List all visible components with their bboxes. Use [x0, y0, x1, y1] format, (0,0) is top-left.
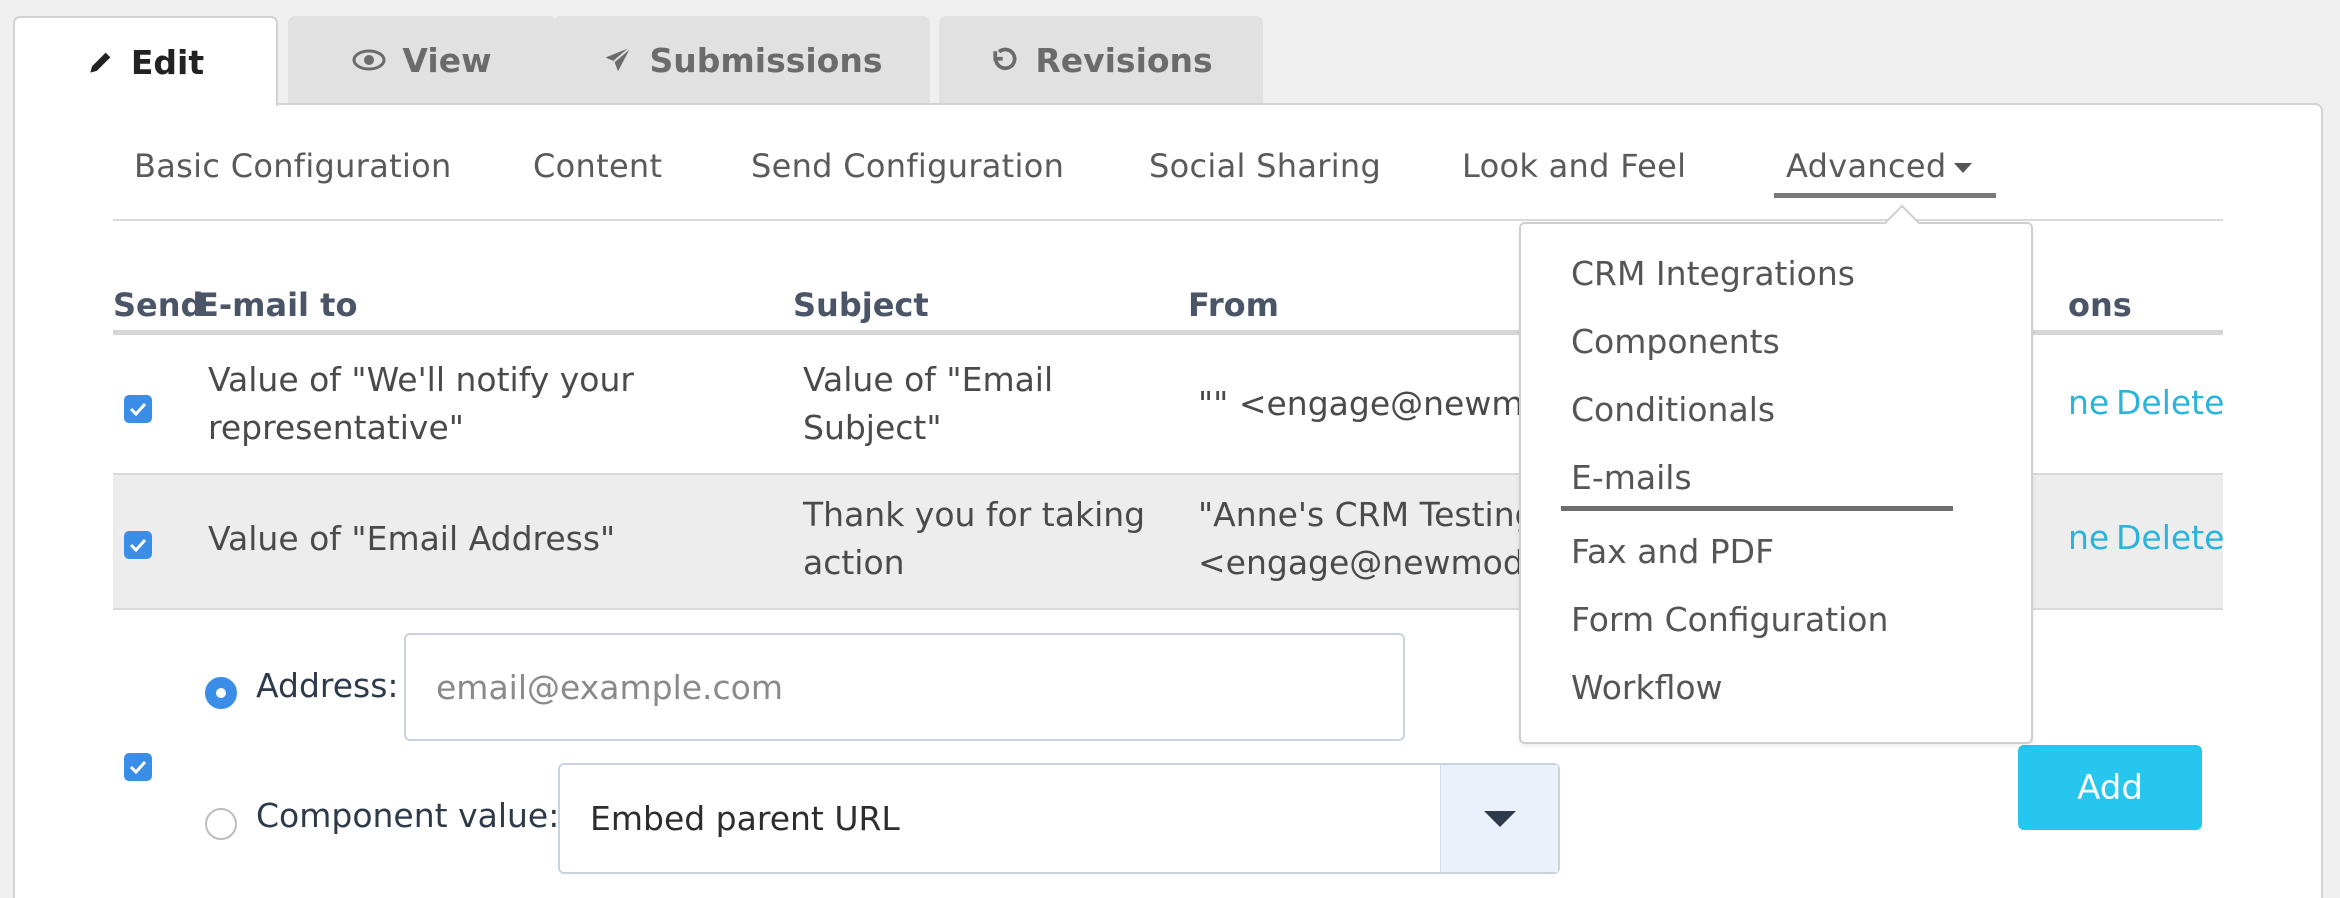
row-subject-line2: Subject" [803, 408, 942, 447]
menu-item-fax-and-pdf[interactable]: Fax and PDF [1571, 532, 1774, 571]
row-from-line1: "Anne's CRM Testing [1198, 495, 1536, 534]
selected-indicator [1561, 506, 1953, 511]
tab-view[interactable]: View [288, 16, 556, 104]
eye-icon [352, 49, 386, 71]
row-delete-link[interactable]: Delete [2116, 518, 2224, 557]
select-arrow[interactable] [1440, 765, 1558, 872]
sub-navigation: Basic Configuration Content Send Configu… [113, 135, 2223, 221]
subnav-basic-configuration[interactable]: Basic Configuration [134, 147, 452, 185]
tab-edit[interactable]: Edit [13, 16, 278, 106]
subnav-advanced[interactable]: Advanced [1774, 147, 1997, 198]
menu-item-form-configuration[interactable]: Form Configuration [1571, 600, 1888, 639]
subnav-advanced-label: Advanced [1786, 147, 1947, 185]
address-radio[interactable] [205, 677, 237, 709]
component-value-label: Component value: [256, 796, 560, 835]
component-value-select[interactable]: Embed parent URL [558, 763, 1560, 874]
row-from-line1: "" <engage@newmo [1198, 384, 1544, 423]
row-checkbox[interactable] [124, 531, 152, 559]
check-icon [129, 538, 147, 552]
paper-plane-icon [605, 46, 631, 72]
row-from-line2: <engage@newmode [1198, 543, 1545, 582]
header-subject: Subject [793, 286, 929, 324]
caret-down-icon [1483, 810, 1516, 827]
row-email-to-line1: Value of "We'll notify your [208, 360, 634, 399]
subnav-send-configuration[interactable]: Send Configuration [751, 147, 1064, 185]
header-actions: ons [2068, 286, 2132, 324]
row-checkbox[interactable] [124, 395, 152, 423]
top-tabs: Edit View Submissions Revisions [13, 16, 1313, 106]
row-action-link[interactable]: ne [2068, 518, 2109, 557]
tab-label: Revisions [1035, 40, 1213, 80]
subnav-look-and-feel[interactable]: Look and Feel [1462, 147, 1686, 185]
undo-icon [993, 47, 1017, 71]
address-placeholder: email@example.com [436, 667, 784, 707]
menu-item-components[interactable]: Components [1571, 322, 1780, 361]
header-send: Send [113, 286, 204, 324]
subnav-content[interactable]: Content [533, 147, 662, 185]
address-input[interactable]: email@example.com [404, 633, 1405, 741]
advanced-dropdown-menu: CRM Integrations Components Conditionals… [1519, 222, 2033, 744]
check-icon [129, 760, 147, 774]
row-email-to-line2: representative" [208, 408, 464, 447]
check-icon [129, 402, 147, 416]
row-delete-link[interactable]: Delete [2116, 383, 2224, 422]
address-label: Address: [256, 666, 399, 705]
row-email-to-line1: Value of "Email Address" [208, 519, 616, 558]
tab-submissions[interactable]: Submissions [554, 16, 930, 104]
menu-item-conditionals[interactable]: Conditionals [1571, 390, 1775, 429]
row-subject-line2: action [803, 543, 905, 582]
header-email-to: E-mail to [197, 286, 358, 324]
component-value-radio[interactable] [205, 808, 237, 840]
menu-item-workflow[interactable]: Workflow [1571, 668, 1723, 707]
menu-item-crm-integrations[interactable]: CRM Integrations [1571, 254, 1855, 293]
header-from: From [1188, 286, 1279, 324]
pencil-icon [90, 52, 111, 73]
row-subject-line1: Thank you for taking [803, 495, 1146, 534]
menu-item-e-mails[interactable]: E-mails [1571, 458, 1692, 505]
tab-label: View [402, 40, 492, 80]
component-value-selected: Embed parent URL [590, 799, 900, 838]
tab-revisions[interactable]: Revisions [939, 16, 1263, 104]
new-email-checkbox[interactable] [124, 753, 152, 781]
row-action-link[interactable]: ne [2068, 383, 2109, 422]
chevron-down-icon [1954, 163, 1973, 173]
add-button[interactable]: Add [2018, 745, 2202, 830]
tab-label: Edit [130, 42, 205, 82]
tab-label: Submissions [649, 40, 883, 80]
subnav-social-sharing[interactable]: Social Sharing [1149, 147, 1381, 185]
row-subject-line1: Value of "Email [803, 360, 1054, 399]
